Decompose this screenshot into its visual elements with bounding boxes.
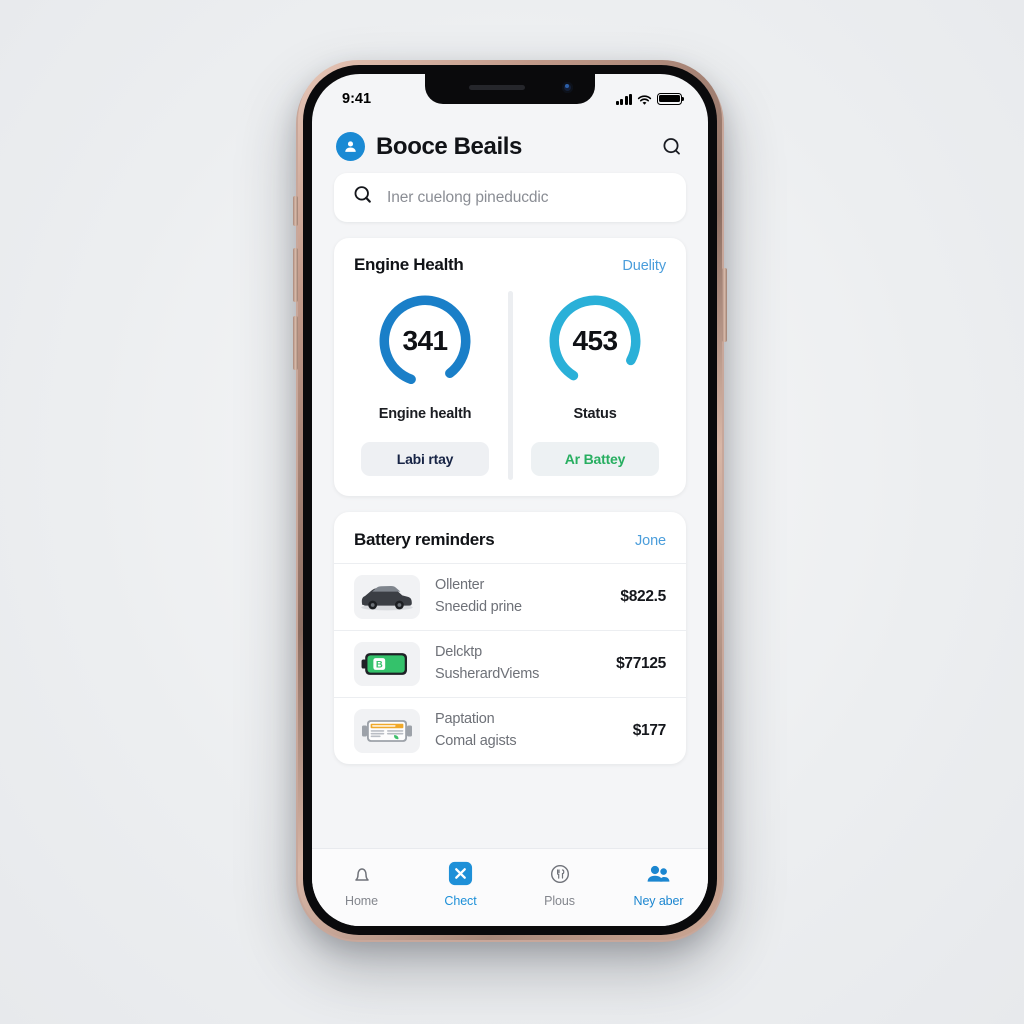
tab-plous[interactable]: Plous [510,860,609,908]
app-scroll-area[interactable]: Booce Beails Iner cuelong pineducdic Eng… [312,118,708,926]
gauge-label-engine-health: Engine health [378,406,472,422]
tab-home[interactable]: Home [312,860,411,908]
page-title: Booce Beails [376,132,522,160]
battery-reminders-card: Battery reminders Jone Ollenter Sneedid … [334,512,686,764]
tools-circle-icon [546,860,573,887]
phone-body: 9:41 Booce Beails Iner cuelong pineducdi… [303,65,717,935]
engine-health-card-header: Engine Health Duelity [334,238,686,279]
bell-icon [348,860,375,887]
person-avatar-icon[interactable] [336,132,365,161]
engine-health-link[interactable]: Duelity [622,258,666,274]
engine-health-card: Engine Health Duelity 341 Engine health [334,238,686,496]
tab-ney-aber[interactable]: Ney aber [609,860,708,908]
tab-plous-label: Plous [544,894,575,908]
list-item[interactable]: B Delcktp SusherardViems $77125 [334,631,686,698]
list-item-text: Delcktp SusherardViems [435,642,539,686]
gauge-ring-engine-health: 341 [373,289,477,393]
people-icon [645,860,672,887]
list-item-price: $822.5 [620,588,666,605]
list-item-line1: Delcktp [435,644,482,661]
newspaper-icon [354,709,420,753]
app-header: Booce Beails [312,118,708,173]
list-item[interactable]: Ollenter Sneedid prine $822.5 [334,564,686,631]
bottom-tab-bar: Home Chect Plous Ney aber [312,848,708,926]
battery-reminders-title: Battery reminders [354,530,495,549]
phone-frame: 9:41 Booce Beails Iner cuelong pineducdi… [298,60,722,940]
list-item-line2: Sneedid prine [435,599,522,615]
list-item-text: Paptation Comal agists [435,709,517,753]
search-icon[interactable] [660,135,684,159]
power-button[interactable] [722,268,727,342]
tab-home-label: Home [345,894,378,908]
battery-green-icon: B [354,642,420,686]
search-input-icon [352,184,374,211]
engine-health-title: Engine Health [354,255,464,274]
list-item-price: $177 [632,722,667,739]
gauges-divider [507,291,513,480]
list-item-text: Ollenter Sneedid prine [435,575,522,619]
svg-text:B: B [376,659,383,670]
car-thumbnail-icon [354,575,420,619]
close-square-icon [447,860,474,887]
search-input[interactable]: Iner cuelong pineducdic [334,173,686,222]
search-field-wrapper: Iner cuelong pineducdic [312,173,708,222]
gauge-value-engine-health: 341 [402,325,449,356]
battery-icon [657,92,685,105]
list-item-line1: Paptation [435,711,495,728]
tab-ney-aber-label: Ney aber [633,894,684,908]
gauge-value-status: 453 [572,325,619,356]
screenshot-stage: 9:41 Booce Beails Iner cuelong pineducdi… [0,0,1024,1024]
notch [425,74,595,104]
signal-bars-icon [615,93,632,105]
tab-chect[interactable]: Chect [411,860,510,908]
earpiece-speaker [469,85,525,90]
phone-screen: 9:41 Booce Beails Iner cuelong pineducdi… [312,74,708,926]
engine-health-action-button[interactable]: Labi rtay [361,442,489,476]
wifi-icon [637,94,652,105]
status-icons [615,92,685,106]
list-item-price: $77125 [616,655,666,672]
battery-reminders-header: Battery reminders Jone [334,512,686,564]
status-action-button[interactable]: Ar Battey [531,442,659,476]
search-input-placeholder: Iner cuelong pineducdic [387,188,549,206]
list-item-line2: Comal agists [435,733,517,749]
gauge-label-status: Status [573,406,617,422]
gauges-row: 341 Engine health Labi rtay 453 Status A… [334,279,686,496]
gauge-ring-status: 453 [543,289,647,393]
gauge-status: 453 Status Ar Battey [510,289,680,496]
list-item-line2: SusherardViems [435,666,540,682]
list-item-line1: Ollenter [435,577,485,594]
list-item[interactable]: Paptation Comal agists $177 [334,698,686,764]
status-time: 9:41 [342,91,372,107]
tab-chect-label: Chect [444,894,477,908]
gauge-engine-health: 341 Engine health Labi rtay [340,289,510,496]
front-camera [562,82,573,93]
battery-reminders-link[interactable]: Jone [635,533,666,549]
